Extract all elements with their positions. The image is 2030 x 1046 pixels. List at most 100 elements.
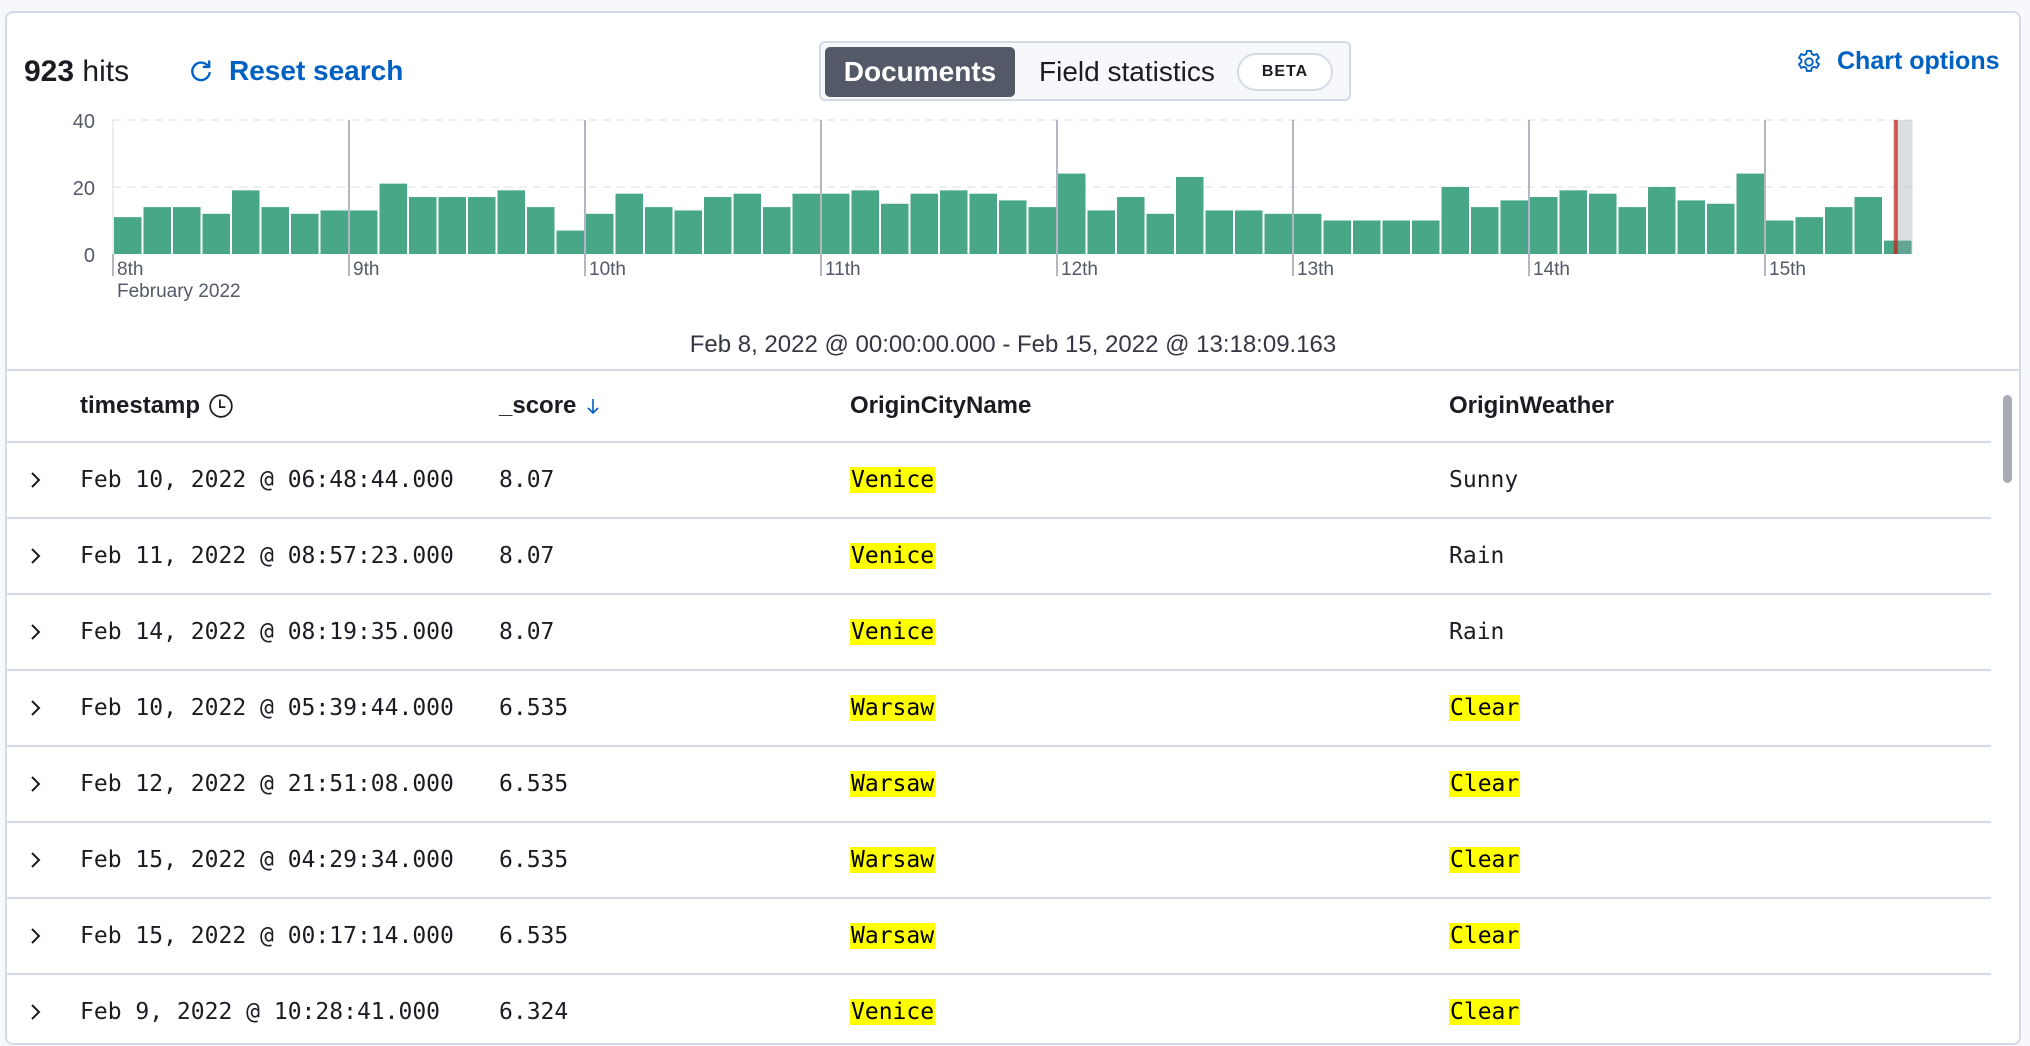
histogram-bar[interactable] (556, 230, 585, 254)
histogram-bar[interactable] (291, 213, 319, 254)
histogram-bar[interactable] (1323, 220, 1352, 255)
histogram-bar[interactable] (969, 193, 998, 254)
table-row[interactable]: Feb 15, 2022 @ 00:17:14.000 6.535 Warsaw… (7, 899, 1991, 975)
histogram-bar[interactable] (1736, 173, 1765, 254)
expand-row-button[interactable] (29, 899, 43, 973)
histogram-bar[interactable] (143, 207, 172, 254)
table-row[interactable]: Feb 12, 2022 @ 21:51:08.000 6.535 Warsaw… (7, 747, 1991, 823)
histogram-bar[interactable] (1589, 193, 1617, 254)
cell-score: 8.07 (499, 543, 555, 569)
histogram-bar[interactable] (232, 190, 260, 254)
sort-desc-arrow-icon[interactable] (584, 396, 602, 416)
histogram-bar[interactable] (1146, 213, 1175, 254)
histogram-bar[interactable] (792, 193, 821, 254)
histogram-bar[interactable] (1618, 207, 1647, 254)
expand-row-button[interactable] (29, 671, 43, 745)
histogram-bar[interactable] (1559, 190, 1588, 254)
histogram-bar[interactable] (173, 207, 201, 254)
expand-row-button[interactable] (29, 519, 43, 593)
histogram-bar[interactable] (1264, 213, 1293, 254)
chart-options-button[interactable]: Chart options (1795, 47, 2000, 76)
histogram-chart[interactable]: 0 20 40 8th 9th 10th 11th 12th 13th 14th 15th Febru… (7, 113, 2019, 323)
histogram-bar[interactable] (1795, 217, 1824, 254)
histogram-bar[interactable] (1176, 176, 1204, 254)
histogram-bar[interactable] (704, 197, 732, 254)
histogram-bar[interactable] (438, 197, 467, 254)
table-row[interactable]: Feb 15, 2022 @ 04:29:34.000 6.535 Warsaw… (7, 823, 1991, 899)
histogram-bar[interactable] (1382, 220, 1411, 255)
cell-origin-city: Warsaw (850, 747, 936, 821)
histogram-bar[interactable] (202, 213, 231, 254)
histogram-bar[interactable] (1825, 207, 1853, 254)
column-header-timestamp[interactable]: timestamp (80, 371, 234, 441)
histogram-bar[interactable] (674, 210, 703, 254)
table-row[interactable]: Feb 14, 2022 @ 08:19:35.000 8.07 Venice … (7, 595, 1991, 671)
histogram-bar[interactable] (1766, 220, 1794, 255)
histogram-bar[interactable] (881, 203, 909, 254)
histogram-bar[interactable] (379, 183, 408, 254)
column-header-origincityname[interactable]: OriginCityName (850, 371, 1031, 441)
tab-documents[interactable]: Documents (825, 47, 1015, 97)
weather-value: Rain (1449, 543, 1505, 569)
table-row[interactable]: Feb 11, 2022 @ 08:57:23.000 8.07 Venice … (7, 519, 1991, 595)
histogram-bar[interactable] (1854, 197, 1883, 254)
histogram-bar[interactable] (261, 207, 290, 254)
histogram-bar[interactable] (822, 193, 850, 254)
histogram-bar[interactable] (320, 210, 349, 254)
expand-row-button[interactable] (29, 595, 43, 669)
histogram-bar[interactable] (350, 210, 378, 254)
histogram-bar[interactable] (1441, 187, 1470, 254)
expand-row-button[interactable] (29, 975, 43, 1043)
out-of-range-shade (1895, 120, 1913, 254)
histogram-bar[interactable] (497, 190, 526, 254)
table-row[interactable]: Feb 10, 2022 @ 06:48:44.000 8.07 Venice … (7, 443, 1991, 519)
histogram-bar[interactable] (1028, 207, 1057, 254)
histogram-bar[interactable] (615, 193, 644, 254)
cell-origin-city: Venice (850, 443, 936, 517)
histogram-bar[interactable] (1648, 187, 1676, 254)
chevron-right-icon (31, 776, 41, 792)
histogram-bar[interactable] (1117, 197, 1145, 254)
histogram-bar[interactable] (1087, 210, 1116, 254)
histogram-bar[interactable] (733, 193, 762, 254)
expand-row-button[interactable] (29, 443, 43, 517)
tab-field-statistics[interactable]: Field statistics (1039, 47, 1215, 97)
y-tick-label: 0 (84, 245, 95, 267)
x-axis-month-label: February 2022 (117, 281, 241, 302)
histogram-bar[interactable] (940, 190, 968, 254)
column-header-score[interactable]: _score (499, 371, 602, 441)
table-row[interactable]: Feb 10, 2022 @ 05:39:44.000 6.535 Warsaw… (7, 671, 1991, 747)
histogram-bar[interactable] (1677, 200, 1706, 254)
histogram-bar[interactable] (114, 217, 142, 254)
histogram-bar[interactable] (1500, 200, 1529, 254)
column-label: _score (499, 392, 577, 419)
cell-timestamp: Feb 10, 2022 @ 06:48:44.000 (80, 467, 454, 493)
histogram-bar[interactable] (1530, 197, 1558, 254)
histogram-bar[interactable] (910, 193, 939, 254)
expand-row-button[interactable] (29, 747, 43, 821)
column-header-originweather[interactable]: OriginWeather (1449, 371, 1614, 441)
histogram-bar[interactable] (527, 207, 555, 254)
histogram-bar[interactable] (1412, 220, 1440, 255)
histogram-bar[interactable] (468, 197, 496, 254)
table-row[interactable]: Feb 9, 2022 @ 10:28:41.000 6.324 Venice … (7, 975, 1991, 1043)
histogram-bar[interactable] (586, 213, 614, 254)
search-highlight: Clear (1449, 695, 1521, 721)
hits-counter: 923 hits (24, 55, 129, 89)
table-scrollbar[interactable] (2003, 395, 2012, 483)
histogram-bar[interactable] (645, 207, 673, 254)
histogram-bar[interactable] (851, 190, 880, 254)
reset-search-button[interactable]: Reset search (187, 55, 403, 87)
histogram-bar[interactable] (409, 197, 437, 254)
hits-count: 923 (24, 55, 75, 88)
histogram-bar[interactable] (1294, 213, 1322, 254)
histogram-bar[interactable] (1058, 173, 1086, 254)
histogram-bar[interactable] (1235, 210, 1263, 254)
histogram-bar[interactable] (1471, 207, 1499, 254)
histogram-bar[interactable] (763, 207, 791, 254)
histogram-bar[interactable] (1707, 203, 1735, 254)
histogram-bar[interactable] (999, 200, 1027, 254)
histogram-bar[interactable] (1353, 220, 1381, 255)
expand-row-button[interactable] (29, 823, 43, 897)
histogram-bar[interactable] (1205, 210, 1234, 254)
